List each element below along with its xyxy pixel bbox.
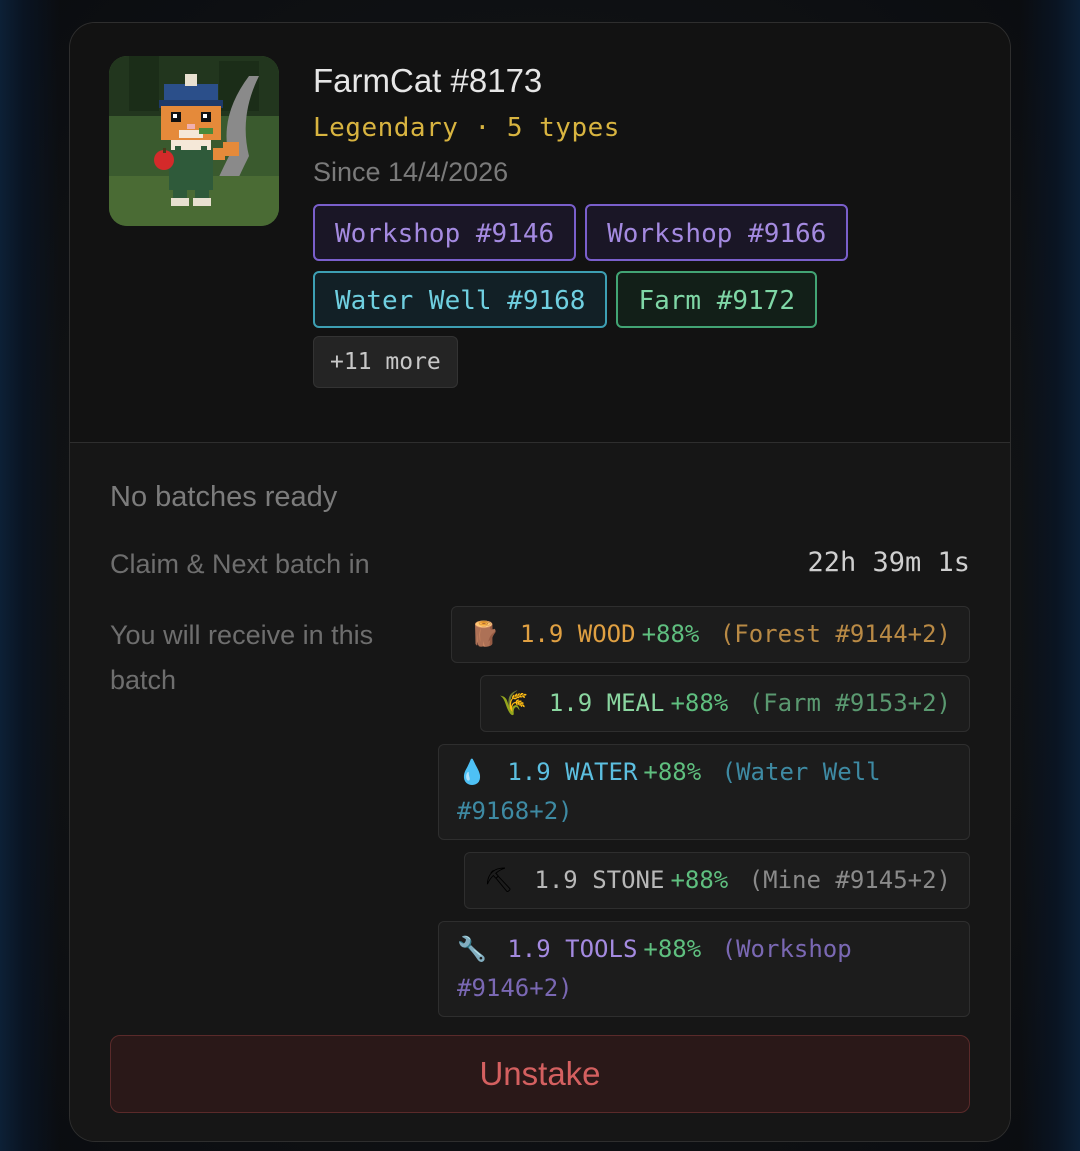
reward-list: 🪵 1.9 WOOD +88% (Forest #9144+2) 🌾 1.9 ME… xyxy=(438,606,970,1017)
reward-row-water: 💧 1.9 WATER +88% (Water Well #9168+2) xyxy=(438,744,970,840)
batch-section: No batches ready Claim & Next batch in 2… xyxy=(70,443,1010,1141)
reward-bonus: +88% xyxy=(670,866,729,894)
reward-amount: 1.9 xyxy=(534,866,578,894)
reward-row-tools: 🔧 1.9 TOOLS +88% (Workshop #9146+2) xyxy=(438,921,970,1017)
building-tag[interactable]: Farm #9172 xyxy=(616,271,817,328)
nft-avatar[interactable] xyxy=(109,56,279,226)
reward-source: (Mine #9145+2) xyxy=(748,866,951,894)
reward-bonus: +88% xyxy=(643,935,702,963)
receive-label: You will receive in this batch xyxy=(110,620,374,695)
reward-bonus: +88% xyxy=(643,758,702,786)
building-tag[interactable]: Workshop #9146 xyxy=(313,204,577,261)
background-glow-left xyxy=(0,0,60,1151)
reward-resource: WOOD xyxy=(577,620,636,648)
unstake-button[interactable]: Unstake xyxy=(110,1035,970,1113)
staked-nft-card: FarmCat #8173 Legendary · 5 types Since … xyxy=(69,22,1011,1142)
reward-source: (Farm #9153+2) xyxy=(748,689,951,717)
droplet-icon: 💧 xyxy=(457,758,487,786)
claim-label: Claim & Next batch in xyxy=(110,549,370,579)
countdown-timer: 22h 39m 1s xyxy=(807,547,970,578)
building-tags: Workshop #9146 Workshop #9166 Water Well… xyxy=(313,204,913,328)
reward-bonus: +88% xyxy=(641,620,700,648)
building-tag[interactable]: Workshop #9166 xyxy=(585,204,849,261)
reward-resource: STONE xyxy=(592,866,665,894)
wrench-icon: 🔧 xyxy=(457,935,487,963)
reward-amount: 1.9 xyxy=(548,689,593,717)
wheat-icon: 🌾 xyxy=(498,689,529,717)
reward-resource: MEAL xyxy=(606,689,665,717)
rarity-label: Legendary · 5 types xyxy=(313,113,620,143)
batch-status: No batches ready xyxy=(110,481,338,513)
pickaxe-icon: ⛏ xyxy=(483,866,514,894)
nft-title: FarmCat #8173 xyxy=(313,62,543,99)
reward-amount: 1.9 xyxy=(507,758,551,786)
cat-farmer-icon xyxy=(109,56,279,226)
nft-header: FarmCat #8173 Legendary · 5 types Since … xyxy=(70,23,1010,443)
wood-icon: 🪵 xyxy=(469,620,500,648)
reward-row-stone: ⛏ 1.9 STONE +88% (Mine #9145+2) xyxy=(464,852,970,909)
reward-row-wood: 🪵 1.9 WOOD +88% (Forest #9144+2) xyxy=(450,606,970,663)
reward-bonus: +88% xyxy=(670,689,729,717)
reward-resource: WATER xyxy=(565,758,638,786)
staked-since: Since 14/4/2026 xyxy=(313,157,509,187)
reward-amount: 1.9 xyxy=(519,620,564,648)
background-glow-right xyxy=(1020,0,1080,1151)
building-tag[interactable]: Water Well #9168 xyxy=(313,271,608,328)
reward-resource: TOOLS xyxy=(565,935,638,963)
reward-row-meal: 🌾 1.9 MEAL +88% (Farm #9153+2) xyxy=(479,675,970,732)
reward-source: (Forest #9144+2) xyxy=(719,620,951,648)
reward-amount: 1.9 xyxy=(507,935,551,963)
more-tags-button[interactable]: +11 more xyxy=(313,336,458,388)
